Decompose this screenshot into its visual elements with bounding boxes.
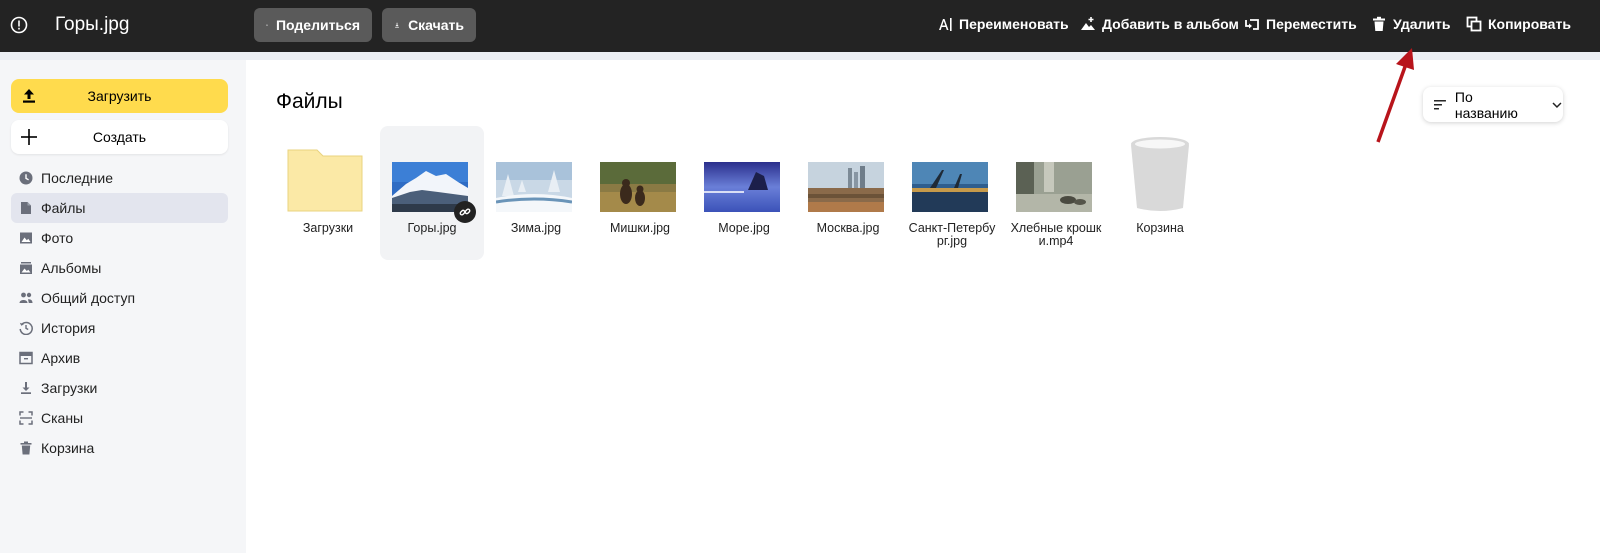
add-to-album-button[interactable]: Добавить в альбом (1080, 16, 1239, 32)
plus-icon (21, 129, 37, 145)
file-name: Загрузки (302, 221, 354, 235)
file-item-moscow[interactable]: Москва.jpg (796, 126, 900, 260)
winter-thumbnail (496, 162, 572, 212)
sidebar-item-label: Архив (41, 350, 81, 366)
sidebar-item-shared[interactable]: Общий доступ (11, 283, 228, 313)
sidebar-item-photos[interactable]: Фото (11, 223, 228, 253)
upload-button[interactable]: Загрузить (11, 79, 228, 113)
folder-icon (287, 149, 363, 212)
sort-dropdown[interactable]: По названию (1423, 87, 1563, 122)
sidebar-item-label: Альбомы (41, 260, 102, 276)
link-icon (459, 208, 471, 216)
chevron-down-icon (1552, 101, 1562, 108)
saint-petersburg-thumbnail (912, 162, 988, 212)
download-button[interactable]: Скачать (382, 8, 476, 42)
sidebar-item-trash[interactable]: Корзина (11, 433, 228, 463)
sidebar: Загрузить Создать Последние Файлы Фото А… (0, 60, 246, 553)
sidebar-item-scans[interactable]: Сканы (11, 403, 228, 433)
copy-icon (1466, 16, 1482, 32)
file-icon (21, 202, 31, 214)
moscow-thumbnail (808, 162, 884, 212)
create-button[interactable]: Создать (11, 120, 228, 154)
file-name: Море.jpg (718, 221, 770, 235)
share-icon (266, 24, 268, 26)
sidebar-item-label: Сканы (41, 410, 84, 426)
file-name: Москва.jpg (816, 221, 880, 235)
add-to-album-icon (1081, 17, 1095, 30)
album-icon (20, 262, 32, 274)
move-icon (1245, 19, 1259, 30)
file-item-breadcrumbs-video[interactable]: Хлебные крошки.mp4 (1004, 126, 1108, 260)
download-icon (395, 22, 399, 28)
sea-thumbnail (704, 162, 780, 212)
add-to-album-label: Добавить в альбом (1102, 16, 1239, 32)
breadcrumbs-video-thumbnail (1016, 162, 1092, 212)
bears-thumbnail (600, 162, 676, 212)
sidebar-item-label: История (41, 320, 96, 336)
archive-icon (19, 351, 33, 365)
upload-label: Загрузить (87, 88, 152, 104)
downloads-icon (21, 382, 31, 394)
file-name: Корзина (1136, 221, 1184, 235)
photo-icon (20, 232, 32, 244)
shared-link-badge (454, 201, 476, 223)
trash-icon (1373, 16, 1385, 31)
sidebar-item-label: Файлы (41, 200, 86, 216)
copy-button[interactable]: Копировать (1466, 16, 1571, 32)
sidebar-item-label: Общий доступ (41, 290, 136, 306)
rename-button[interactable]: Переименовать (937, 16, 1069, 32)
move-label: Переместить (1266, 16, 1357, 32)
sidebar-nav: Последние Файлы Фото Альбомы Общий досту… (11, 163, 228, 463)
rename-icon (939, 18, 952, 31)
sidebar-item-downloads[interactable]: Загрузки (11, 373, 228, 403)
top-toolbar: Горы.jpg Поделиться Скачать Переименоват… (0, 0, 1600, 52)
file-name: Зима.jpg (510, 221, 562, 235)
sidebar-item-archive[interactable]: Архив (11, 343, 228, 373)
history-icon (19, 321, 33, 335)
file-title: Горы.jpg (55, 14, 130, 35)
file-item-downloads-folder[interactable]: Загрузки (276, 126, 380, 260)
file-item-trash[interactable]: Корзина (1108, 126, 1212, 260)
delete-button[interactable]: Удалить (1371, 16, 1450, 32)
sidebar-item-files[interactable]: Файлы (11, 193, 228, 223)
download-label: Скачать (408, 17, 464, 33)
sidebar-item-label: Корзина (41, 440, 95, 456)
file-item-sea[interactable]: Море.jpg (692, 126, 796, 260)
main-content: Файлы По названию Загрузки Горы.jpg Зима… (246, 48, 1600, 553)
shared-access-icon (19, 292, 33, 303)
annotation-arrow (1376, 48, 1414, 143)
file-item-winter[interactable]: Зима.jpg (484, 126, 588, 260)
file-item-spb[interactable]: Санкт-Петербург.jpg (900, 126, 1004, 260)
sidebar-item-label: Последние (41, 170, 114, 186)
file-name: Мишки.jpg (609, 221, 671, 235)
sidebar-item-label: Фото (41, 230, 74, 246)
sidebar-item-label: Загрузки (41, 380, 98, 396)
sidebar-item-recent[interactable]: Последние (11, 163, 228, 193)
page-title: Файлы (276, 90, 343, 113)
upload-icon (23, 89, 35, 103)
create-label: Создать (92, 129, 147, 145)
sidebar-item-history[interactable]: История (11, 313, 228, 343)
file-name: Горы.jpg (407, 221, 457, 235)
file-grid: Загрузки Горы.jpg Зима.jpg Мишки.jpg Мор… (276, 126, 1212, 260)
move-button[interactable]: Переместить (1244, 16, 1357, 32)
rename-label: Переименовать (959, 16, 1069, 32)
sort-label: По названию (1454, 88, 1518, 121)
share-label: Поделиться (275, 17, 360, 33)
toolbar-divider (0, 52, 1600, 60)
copy-label: Копировать (1488, 16, 1571, 32)
trash-icon (20, 441, 32, 455)
info-icon[interactable] (10, 16, 28, 34)
file-item-mountains[interactable]: Горы.jpg (380, 126, 484, 260)
file-name: Санкт-Петербург.jpg (908, 221, 996, 248)
scan-icon (19, 411, 33, 425)
trash-bin-icon (1131, 137, 1189, 211)
sidebar-item-albums[interactable]: Альбомы (11, 253, 228, 283)
share-button[interactable]: Поделиться (254, 8, 372, 42)
file-name: Хлебные крошки.mp4 (1010, 221, 1102, 248)
delete-label: Удалить (1393, 16, 1451, 32)
file-item-bears[interactable]: Мишки.jpg (588, 126, 692, 260)
clock-icon (19, 171, 33, 185)
sort-icon (1433, 99, 1446, 109)
